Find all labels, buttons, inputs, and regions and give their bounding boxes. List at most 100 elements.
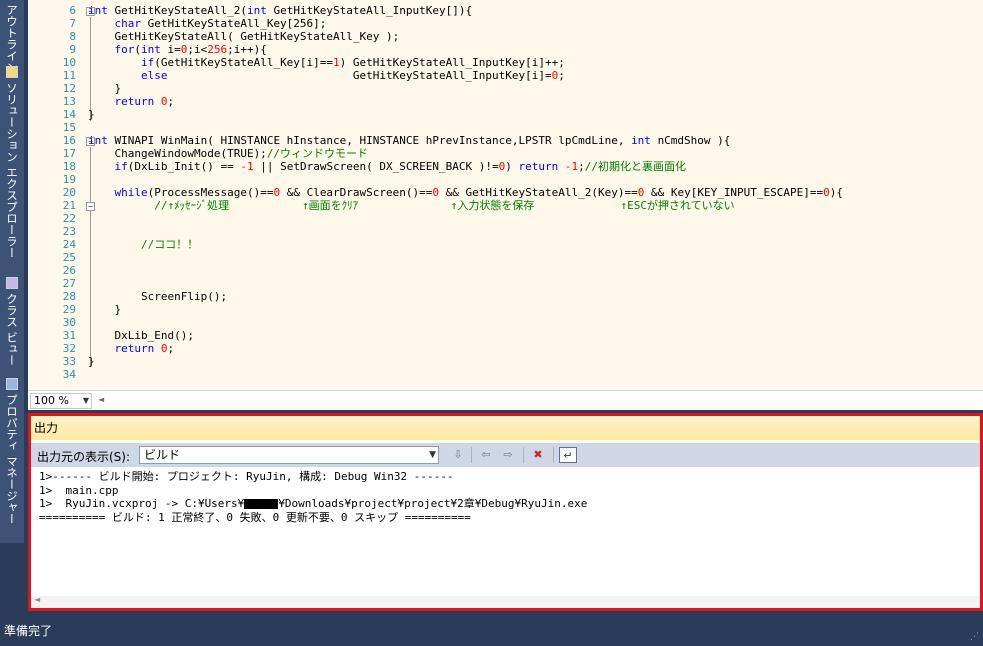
output-source-dropdown[interactable]: ビルド ▼ <box>139 446 439 464</box>
code-token: int <box>88 134 115 147</box>
zoom-value: 100 % <box>34 394 69 407</box>
line-number: 15 <box>62 121 76 134</box>
side-tab-class-view[interactable]: クラス ビュー <box>2 277 22 375</box>
line-number: 10 <box>62 56 76 69</box>
word-wrap-icon[interactable]: ↵ <box>559 447 577 463</box>
code-line: DxLib_End(); <box>88 329 194 342</box>
line-number: 6 <box>69 4 76 17</box>
code-token: //ココ！！ <box>88 238 199 251</box>
code-token: } <box>88 355 95 368</box>
previous-message-icon[interactable]: ⇦ <box>477 447 495 463</box>
side-tab-outline[interactable]: アウトライン <box>2 4 22 73</box>
property-manager-icon <box>6 378 18 390</box>
code-token: for <box>88 43 135 56</box>
code-token: GetHitKeyStateAll_InputKey[i]= <box>167 69 552 82</box>
code-token: GetHitKeyStateAll_Key[256]; <box>147 17 327 30</box>
code-token: i= <box>167 43 181 56</box>
code-token: 0 <box>823 186 830 199</box>
code-line: ChangeWindowMode(TRUE);//ウィンドウモード <box>88 147 368 160</box>
code-token: ;i< <box>187 43 208 56</box>
code-token: char <box>88 17 148 30</box>
code-line: while(ProcessMessage()== 0 && ClearDrawSc… <box>88 186 843 199</box>
ide-window: アウトライン ソリューション エクスプローラー クラス ビュー プロパティ マネ… <box>0 0 983 646</box>
code-line: for(int i=0;i<256;i++){ <box>88 43 267 56</box>
code-line: //↑ﾒｯｾｰｼﾞ処理 ↑画面をｸﾘｱ ↑入力状態を保存 ↑ESCが押されていな… <box>88 199 735 212</box>
class-view-icon <box>6 277 18 289</box>
toolbar-separator <box>523 447 524 463</box>
resize-grip-icon[interactable]: ⋰ <box>970 632 979 642</box>
line-number: 24 <box>62 238 76 251</box>
code-token: (ProcessMessage()== <box>147 186 274 199</box>
code-token: nCmdShow ){ <box>657 134 731 147</box>
code-token: ( <box>134 43 141 56</box>
output-line: 1>------ ビルド開始: プロジェクト: RyuJin, 構成: Debu… <box>39 470 454 483</box>
scroll-left-icon[interactable]: ◄ <box>98 395 104 404</box>
code-token: ;i++){ <box>227 43 267 56</box>
code-editor[interactable]: − − − int GetHitKeyStateAll_2(int GetHit… <box>28 0 983 390</box>
code-line: return 0; <box>88 342 174 355</box>
code-line: } <box>88 303 121 316</box>
line-number: 12 <box>62 82 76 95</box>
code-token: return <box>88 95 161 108</box>
code-line: } <box>88 355 95 368</box>
code-token: //初期化と裏画面化 <box>584 160 686 173</box>
line-number: 20 <box>62 186 76 199</box>
code-text-area[interactable]: int GetHitKeyStateAll_2(int GetHitKeySta… <box>88 0 983 390</box>
output-text-area[interactable]: 1>------ ビルド開始: プロジェクト: RyuJin, 構成: Debu… <box>39 470 976 594</box>
output-line: 1> RyuJin.vcxproj -> C:¥Users¥ ¥Downloads… <box>39 497 976 511</box>
code-line: int WINAPI WinMain( HINSTANCE hInstance,… <box>88 134 730 147</box>
clear-all-icon[interactable]: ✖ <box>529 447 547 463</box>
code-token: ) GetHitKeyStateAll_InputKey[i]++; <box>339 56 565 69</box>
code-token: || SetDrawScreen( DX_SCREEN_BACK )!= <box>253 160 499 173</box>
line-number: 9 <box>69 43 76 56</box>
side-tab-property-manager[interactable]: プロパティ マネージャー <box>2 378 22 538</box>
code-token: else <box>88 69 168 82</box>
line-number: 30 <box>62 316 76 329</box>
line-number: 34 <box>62 368 76 381</box>
side-tab-label: ソリューション エクスプローラー <box>5 82 19 259</box>
code-line: ScreenFlip(); <box>88 290 227 303</box>
output-line: ========== ビルド: 1 正常終了、0 失敗、0 更新不要、0 スキッ… <box>39 510 471 524</box>
code-token: int <box>140 43 168 56</box>
output-line-suffix: ¥Downloads¥project¥project¥2章¥Debug¥RyuJ… <box>278 497 588 510</box>
scroll-left-icon[interactable]: ◄ <box>34 595 40 604</box>
code-token: ScreenFlip(); <box>88 290 228 303</box>
code-line: else GetHitKeyStateAll_InputKey[i]=0; <box>88 69 565 82</box>
code-token: ; <box>167 95 175 108</box>
code-token: && Key[KEY_INPUT_ESCAPE]== <box>644 186 824 199</box>
side-tab-label: プロパティ マネージャー <box>5 394 19 525</box>
code-line: return 0; <box>88 95 174 108</box>
side-tab-solution-explorer[interactable]: ソリューション エクスプローラー <box>2 66 22 276</box>
side-tab-label: クラス ビュー <box>5 293 19 366</box>
output-toolbar: 出力元の表示(S): ビルド ▼ ⇩ ⇦ ⇨ ✖ ↵ <box>31 443 980 467</box>
line-number: 16 <box>62 134 76 147</box>
code-line: char GetHitKeyStateAll_Key[256]; <box>88 17 326 30</box>
goto-location-icon[interactable]: ⇩ <box>449 447 467 463</box>
line-number: 11 <box>62 69 76 82</box>
next-message-icon[interactable]: ⇨ <box>499 447 517 463</box>
code-token: WINAPI WinMain( HINSTANCE hInstance, HIN… <box>114 134 632 147</box>
code-token: } <box>88 82 122 95</box>
code-token: DxLib_End(); <box>88 329 194 342</box>
line-number: 19 <box>62 173 76 186</box>
line-number: 27 <box>62 277 76 290</box>
zoom-dropdown[interactable]: 100 % ▼ <box>30 393 92 409</box>
code-token: ; <box>167 342 175 355</box>
line-number: 31 <box>62 329 76 342</box>
toolbar-separator <box>471 447 472 463</box>
status-text: 準備完了 <box>4 624 53 638</box>
code-token: && ClearDrawScreen()== <box>280 186 433 199</box>
code-token: GetHitKeyStateAll_InputKey[]){ <box>273 4 473 17</box>
side-tab-strip: アウトライン ソリューション エクスプローラー クラス ビュー プロパティ マネ… <box>0 0 24 543</box>
code-line: } <box>88 82 121 95</box>
line-number: 32 <box>62 342 76 355</box>
code-line: } <box>88 108 95 121</box>
code-token: return <box>518 160 565 173</box>
code-token: //↑ﾒｯｾｰｼﾞ処理 ↑画面をｸﾘｱ ↑入力状態を保存 ↑ESCが押されていな… <box>88 199 735 212</box>
code-token: 256 <box>207 43 228 56</box>
code-token: //ウィンドウモード <box>266 147 369 160</box>
code-line: if(DxLib_Init() == -1 || SetDrawScreen( … <box>88 160 686 173</box>
line-number: 17 <box>62 147 76 160</box>
code-token: ){ <box>829 186 844 199</box>
output-horizontal-scrollbar[interactable]: ◄ <box>31 595 980 608</box>
